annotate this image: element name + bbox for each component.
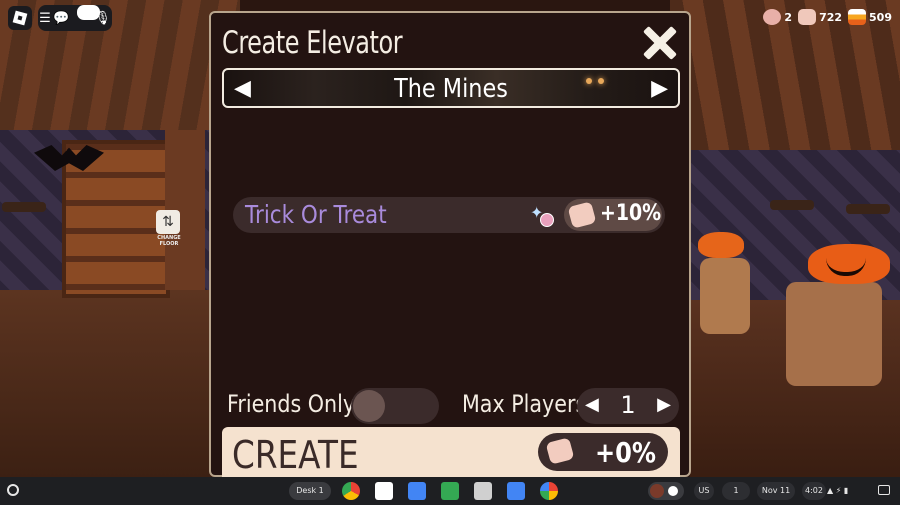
elevator-icon: ⇅ (156, 210, 180, 234)
meet-icon[interactable] (441, 482, 459, 500)
os-taskbar: Desk 1 US 1 Nov 11 4:02 ▲ ⚡ ▮ (0, 477, 900, 505)
overview-icon[interactable] (878, 485, 890, 495)
avatar (650, 484, 664, 498)
ore-currency: 722 (798, 9, 842, 25)
desk-switcher[interactable]: Desk 1 (289, 482, 331, 500)
status-dot (668, 486, 678, 496)
modifier-name: Trick Or Treat (245, 200, 387, 229)
date-display[interactable]: Nov 11 (757, 482, 795, 500)
keyboard-layout[interactable]: US (694, 482, 714, 500)
pumpkin-npc-body (786, 282, 882, 386)
ore-icon (567, 201, 597, 229)
dialog-title: Create Elevator (222, 25, 403, 61)
clock[interactable]: 4:02 (802, 482, 826, 500)
roblox-logo-button[interactable] (8, 6, 32, 30)
candy-bucket-count: 2 (784, 10, 793, 24)
system-tray-icons[interactable]: ▲ ⚡ ▮ (827, 486, 848, 495)
files-icon[interactable] (408, 482, 426, 500)
create-elevator-dialog: Create Elevator ◀ The Mines ▶ Trick Or T… (209, 11, 691, 477)
currency-bar: 2 722 509 (763, 6, 892, 28)
wall-lamp (846, 204, 890, 214)
modifier-bonus-pill: +10% (564, 199, 662, 231)
roblox-topbar-menu: ☰ 💬 10 🎙 (38, 4, 112, 31)
play-store-icon[interactable] (540, 482, 558, 500)
notification-count[interactable]: 1 (722, 482, 750, 500)
modifier-row[interactable]: Trick Or Treat ✦ +10% (233, 197, 665, 233)
wood-ceiling (0, 0, 240, 140)
chat-icon[interactable]: 💬 10 (53, 4, 100, 26)
calendar-icon[interactable] (507, 482, 525, 500)
next-floor-arrow-icon[interactable]: ▶ (651, 76, 668, 101)
wood-floor (0, 290, 230, 490)
change-floor-label: CHANGE FLOOR (157, 235, 181, 247)
create-bonus-value: +0% (594, 436, 656, 469)
max-players-stepper: ◀ 1 ▶ (577, 388, 679, 424)
candy-corn-currency: 509 (848, 9, 892, 25)
wall-lamp (2, 202, 46, 212)
roblox-app-icon[interactable] (474, 482, 492, 500)
friends-only-toggle[interactable] (351, 388, 439, 424)
chrome-icon[interactable] (342, 482, 360, 500)
candy-corn-icon (848, 9, 867, 25)
candy-corn-count: 509 (869, 10, 892, 24)
gmail-icon[interactable] (375, 482, 393, 500)
roblox-logo-icon (12, 10, 28, 26)
pumpkin-head (698, 232, 744, 258)
floor-name: The Mines (394, 74, 508, 104)
increase-players-arrow-icon[interactable]: ▶ (657, 394, 671, 415)
previous-floor-arrow-icon[interactable]: ◀ (234, 76, 251, 101)
wall-lamp (770, 200, 814, 210)
modifier-disabled-icon: ✦ (530, 203, 554, 227)
candy-bucket-icon (763, 9, 782, 25)
launcher-icon[interactable] (7, 484, 19, 496)
ore-icon (798, 9, 817, 25)
max-players-label: Max Players (462, 390, 587, 418)
close-icon[interactable] (641, 25, 677, 61)
create-bonus-pill: +0% (538, 433, 668, 471)
toggle-knob (353, 390, 385, 422)
modifier-bonus-value: +10% (600, 201, 662, 226)
ore-count: 722 (819, 10, 843, 24)
change-floor-button[interactable]: ⇅ CHANGE FLOOR (156, 210, 182, 250)
user-avatar-toggle[interactable] (648, 482, 684, 500)
create-button-label: CREATE (232, 433, 359, 477)
floor-selector: ◀ The Mines ▶ (222, 68, 680, 108)
hamburger-menu-icon[interactable]: ☰ (39, 11, 51, 26)
candy-bucket-currency: 2 (763, 9, 792, 25)
no-symbol-icon (540, 213, 554, 227)
pumpkin-npc-body (700, 258, 750, 334)
mic-muted-icon[interactable]: 🎙 (94, 11, 111, 26)
ore-icon (545, 437, 575, 465)
friends-only-label: Friends Only (227, 390, 356, 418)
create-button[interactable]: CREATE +0% (222, 427, 680, 477)
